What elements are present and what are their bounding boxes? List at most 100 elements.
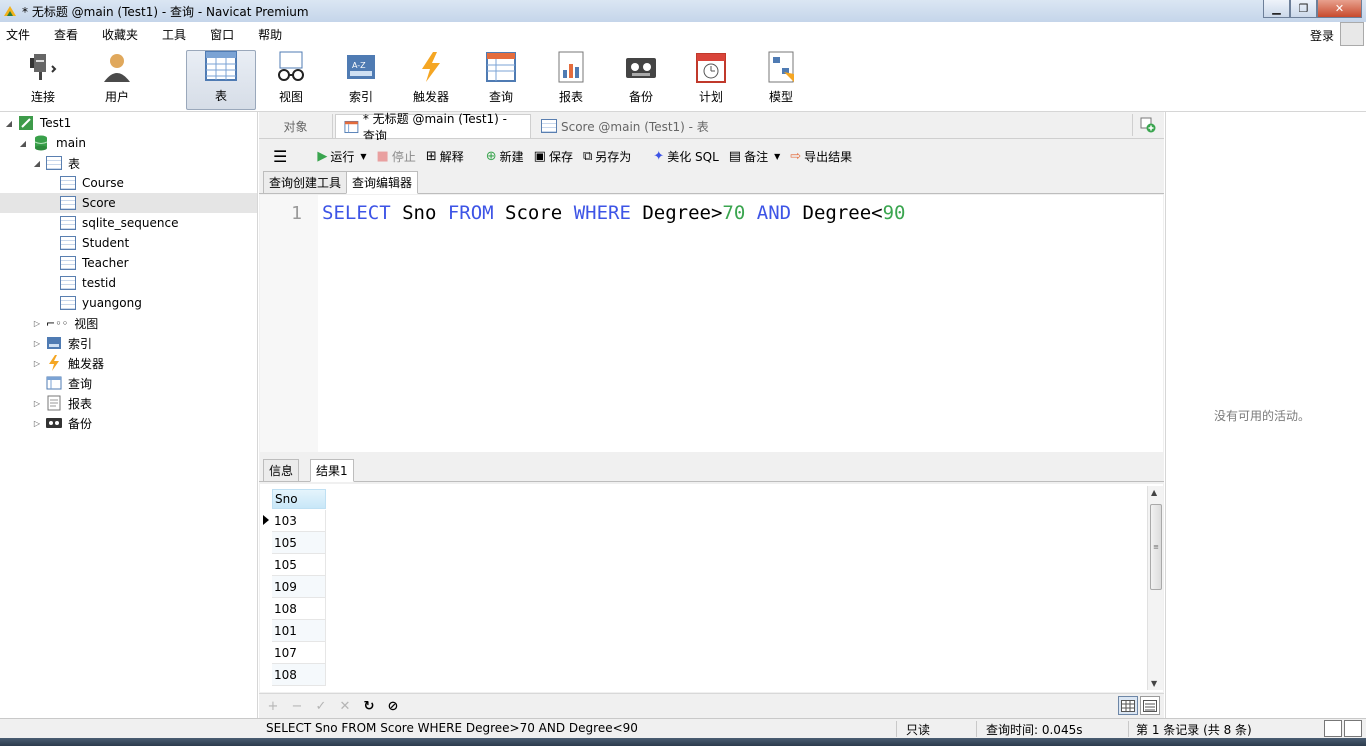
toolbar-table-button[interactable]: 表 bbox=[186, 50, 256, 110]
collapsed-arrow-icon[interactable]: ▷ bbox=[32, 399, 42, 408]
table-row[interactable]: 109 bbox=[272, 576, 326, 598]
delete-record-icon[interactable]: − bbox=[285, 699, 309, 714]
toggle-left-panel-icon[interactable] bbox=[1324, 720, 1342, 737]
tab-query-builder[interactable]: 查询创建工具 bbox=[263, 171, 348, 194]
tab-objects[interactable]: 对象 bbox=[259, 114, 333, 138]
toolbar-backup-button[interactable]: 备份 bbox=[614, 50, 668, 110]
toolbar-report-button[interactable]: 报表 bbox=[544, 50, 598, 110]
stop-loading-icon[interactable]: ⊘ bbox=[381, 699, 405, 714]
menu-favorites[interactable]: 收藏夹 bbox=[96, 26, 145, 43]
toolbar-query-button[interactable]: 查询 bbox=[474, 50, 528, 110]
table-row[interactable]: 108 bbox=[272, 664, 326, 686]
tree-table-item[interactable]: Teacher bbox=[60, 253, 129, 273]
scrollbar-thumb[interactable]: ≡ bbox=[1150, 504, 1162, 590]
tree-tables-group[interactable]: ◢ 表 bbox=[32, 153, 80, 173]
save-button[interactable]: ▣ 保存 bbox=[534, 148, 573, 165]
expanded-arrow-icon[interactable]: ◢ bbox=[18, 139, 28, 148]
minimize-button[interactable]: ▁ bbox=[1263, 0, 1290, 18]
tree-group-label: 查询 bbox=[68, 376, 93, 391]
tree-group-label: 报表 bbox=[68, 396, 93, 411]
add-record-icon[interactable]: + bbox=[261, 699, 285, 714]
table-row[interactable]: 101 bbox=[272, 620, 326, 642]
collapsed-arrow-icon[interactable]: ▷ bbox=[32, 419, 42, 428]
grid-vertical-scrollbar[interactable]: ▲ ≡ ▼ bbox=[1147, 486, 1163, 690]
scroll-down-arrow-icon[interactable]: ▼ bbox=[1151, 679, 1157, 688]
new-button[interactable]: ⊕ 新建 bbox=[486, 148, 524, 165]
toolbar-model-button[interactable]: 模型 bbox=[754, 50, 808, 110]
tree-table-item-selected[interactable]: Score bbox=[0, 193, 257, 213]
tab-query-editor[interactable]: 查询编辑器 bbox=[346, 171, 419, 194]
sql-editor[interactable]: 1 SELECT Sno FROM Score WHERE Degree>70 … bbox=[260, 195, 1163, 452]
apply-changes-icon[interactable]: ✓ bbox=[309, 699, 333, 714]
refresh-icon[interactable]: ↻ bbox=[357, 699, 381, 714]
table-row[interactable]: 107 bbox=[272, 642, 326, 664]
export-results-button[interactable]: ⇨ 导出结果 bbox=[790, 148, 852, 165]
toolbar-view-button[interactable]: 视图 bbox=[264, 50, 318, 110]
grid-column-header[interactable]: Sno bbox=[272, 489, 326, 509]
run-button[interactable]: ▶ 运行 ▼ bbox=[317, 148, 366, 165]
tab-result-1[interactable]: 结果1 bbox=[310, 459, 354, 482]
tree-indexes-group[interactable]: ▷ 索引 bbox=[32, 333, 92, 353]
table-row[interactable]: 105 bbox=[272, 532, 326, 554]
sql-space bbox=[745, 202, 756, 224]
tab-info[interactable]: 信息 bbox=[263, 459, 300, 482]
toolbar-trigger-button[interactable]: 触发器 bbox=[404, 50, 458, 110]
menu-view[interactable]: 查看 bbox=[48, 26, 85, 43]
menu-tools[interactable]: 工具 bbox=[156, 26, 193, 43]
expanded-arrow-icon[interactable]: ◢ bbox=[32, 159, 42, 168]
menu-window[interactable]: 窗口 bbox=[204, 26, 241, 43]
tree-table-label: sqlite_sequence bbox=[82, 216, 179, 230]
dropdown-arrow-icon[interactable]: ▼ bbox=[774, 152, 780, 161]
toolbar-schedule-button[interactable]: 计划 bbox=[684, 50, 738, 110]
hamburger-menu-icon[interactable]: ☰ bbox=[273, 147, 287, 166]
tree-reports-group[interactable]: ▷ 报表 bbox=[32, 393, 92, 413]
save-as-button[interactable]: ⧉ 另存为 bbox=[583, 148, 631, 165]
table-icon bbox=[60, 256, 76, 270]
login-link[interactable]: 登录 bbox=[1310, 27, 1334, 44]
grid-view-icon[interactable] bbox=[1118, 696, 1138, 715]
tree-table-item[interactable]: yuangong bbox=[60, 293, 142, 313]
tree-connection-test1[interactable]: ◢ Test1 bbox=[4, 113, 71, 133]
menu-help[interactable]: 帮助 bbox=[252, 26, 289, 43]
table-icon bbox=[60, 236, 76, 250]
avatar[interactable] bbox=[1340, 22, 1364, 46]
toolbar-user-button[interactable]: 用户 bbox=[90, 50, 144, 110]
table-row[interactable]: 105 bbox=[272, 554, 326, 576]
sql-code-line[interactable]: SELECT Sno FROM Score WHERE Degree>70 AN… bbox=[322, 202, 905, 224]
dropdown-arrow-icon[interactable]: ▼ bbox=[360, 152, 366, 161]
toolbar-index-button[interactable]: A-Z 索引 bbox=[334, 50, 388, 110]
tab-score-table[interactable]: Score @main (Test1) - 表 bbox=[533, 114, 773, 138]
maximize-button[interactable]: ❐ bbox=[1290, 0, 1317, 18]
toggle-right-panel-icon[interactable] bbox=[1344, 720, 1362, 737]
tree-triggers-group[interactable]: ▷ 触发器 bbox=[32, 353, 104, 373]
results-grid[interactable]: Sno 103 105 105 109 108 101 107 108 ▲ ≡ … bbox=[260, 484, 1163, 692]
stop-button[interactable]: ■ 停止 bbox=[377, 148, 416, 165]
table-row[interactable]: 108 bbox=[272, 598, 326, 620]
explain-button[interactable]: ⊞ 解释 bbox=[426, 148, 464, 165]
tree-table-item[interactable]: testid bbox=[60, 273, 116, 293]
beautify-sql-button[interactable]: ✦ 美化 SQL bbox=[653, 148, 718, 165]
new-label: 新建 bbox=[499, 149, 524, 164]
tree-group-label: 触发器 bbox=[68, 356, 105, 371]
tree-views-group[interactable]: ▷ ⌐◦◦ 视图 bbox=[32, 313, 98, 333]
tree-table-item[interactable]: Student bbox=[60, 233, 129, 253]
tab-query-untitled[interactable]: * 无标题 @main (Test1) - 查询 bbox=[335, 112, 531, 143]
tree-queries-group[interactable]: 查询 bbox=[46, 373, 92, 393]
scroll-up-arrow-icon[interactable]: ▲ bbox=[1151, 488, 1157, 497]
comment-button[interactable]: ▤ 备注 ▼ bbox=[729, 148, 780, 165]
collapsed-arrow-icon[interactable]: ▷ bbox=[32, 319, 42, 328]
menu-file[interactable]: 文件 bbox=[0, 26, 37, 43]
expanded-arrow-icon[interactable]: ◢ bbox=[4, 119, 14, 128]
collapsed-arrow-icon[interactable]: ▷ bbox=[32, 359, 42, 368]
discard-changes-icon[interactable]: ✕ bbox=[333, 699, 357, 714]
form-view-icon[interactable] bbox=[1140, 696, 1160, 715]
close-button[interactable]: ✕ bbox=[1317, 0, 1362, 18]
table-row[interactable]: 103 bbox=[272, 510, 326, 532]
new-tab-button[interactable] bbox=[1132, 114, 1162, 136]
tree-database-main[interactable]: ◢ main bbox=[18, 133, 86, 153]
tree-table-item[interactable]: Course bbox=[60, 173, 124, 193]
tree-backups-group[interactable]: ▷ 备份 bbox=[32, 413, 92, 433]
tree-table-item[interactable]: sqlite_sequence bbox=[60, 213, 178, 233]
toolbar-connect-button[interactable]: 连接 bbox=[16, 50, 70, 110]
collapsed-arrow-icon[interactable]: ▷ bbox=[32, 339, 42, 348]
